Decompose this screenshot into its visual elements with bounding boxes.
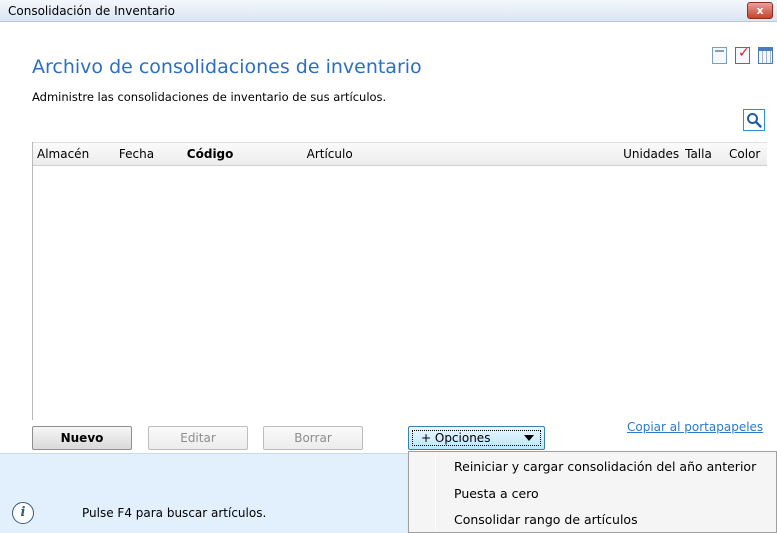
close-button[interactable]: x bbox=[747, 2, 773, 19]
opciones-button[interactable]: + Opciones bbox=[408, 426, 545, 450]
column-header-codigo[interactable]: Código bbox=[183, 143, 303, 165]
document-icon[interactable] bbox=[712, 47, 727, 64]
page-subtitle: Administre las consolidaciones de invent… bbox=[32, 90, 387, 104]
column-header-color[interactable]: Color bbox=[725, 143, 767, 165]
column-header-articulo[interactable]: Artículo bbox=[303, 143, 591, 165]
checklist-icon[interactable] bbox=[735, 45, 750, 64]
menu-item-consolidar-rango[interactable]: Consolidar rango de artículos bbox=[454, 512, 638, 527]
menu-item-puesta-a-cero[interactable]: Puesta a cero bbox=[454, 486, 539, 501]
table-header: Almacén Fecha Código Artículo Unidades T… bbox=[33, 142, 767, 166]
options-menu: Reiniciar y cargar consolidación del año… bbox=[408, 451, 777, 533]
search-button[interactable] bbox=[743, 109, 765, 131]
page-title: Archivo de consolidaciones de inventario bbox=[32, 56, 422, 78]
info-icon: i bbox=[12, 502, 34, 524]
nuevo-button[interactable]: Nuevo bbox=[32, 426, 132, 450]
copy-to-clipboard-link[interactable]: Copiar al portapapeles bbox=[627, 420, 763, 434]
close-icon: x bbox=[756, 4, 764, 17]
menu-item-reiniciar[interactable]: Reiniciar y cargar consolidación del año… bbox=[454, 459, 756, 474]
opciones-label: + Opciones bbox=[421, 431, 491, 445]
window-title: Consolidación de Inventario bbox=[8, 4, 175, 18]
borrar-button[interactable]: Borrar bbox=[263, 426, 363, 450]
dropdown-arrow-icon bbox=[524, 435, 534, 441]
column-header-fecha[interactable]: Fecha bbox=[115, 143, 183, 165]
info-text: Pulse F4 para buscar artículos. bbox=[82, 506, 267, 520]
consolidations-table[interactable]: Almacén Fecha Código Artículo Unidades T… bbox=[32, 142, 767, 420]
editar-button[interactable]: Editar bbox=[148, 426, 248, 450]
column-header-talla[interactable]: Talla bbox=[681, 143, 725, 165]
toolbar-icons bbox=[712, 45, 773, 64]
search-icon bbox=[747, 113, 762, 128]
calendar-grid-icon[interactable] bbox=[758, 47, 773, 64]
title-bar: Consolidación de Inventario x bbox=[0, 0, 777, 22]
column-header-unidades[interactable]: Unidades bbox=[590, 143, 681, 165]
column-header-almacen[interactable]: Almacén bbox=[33, 143, 115, 165]
